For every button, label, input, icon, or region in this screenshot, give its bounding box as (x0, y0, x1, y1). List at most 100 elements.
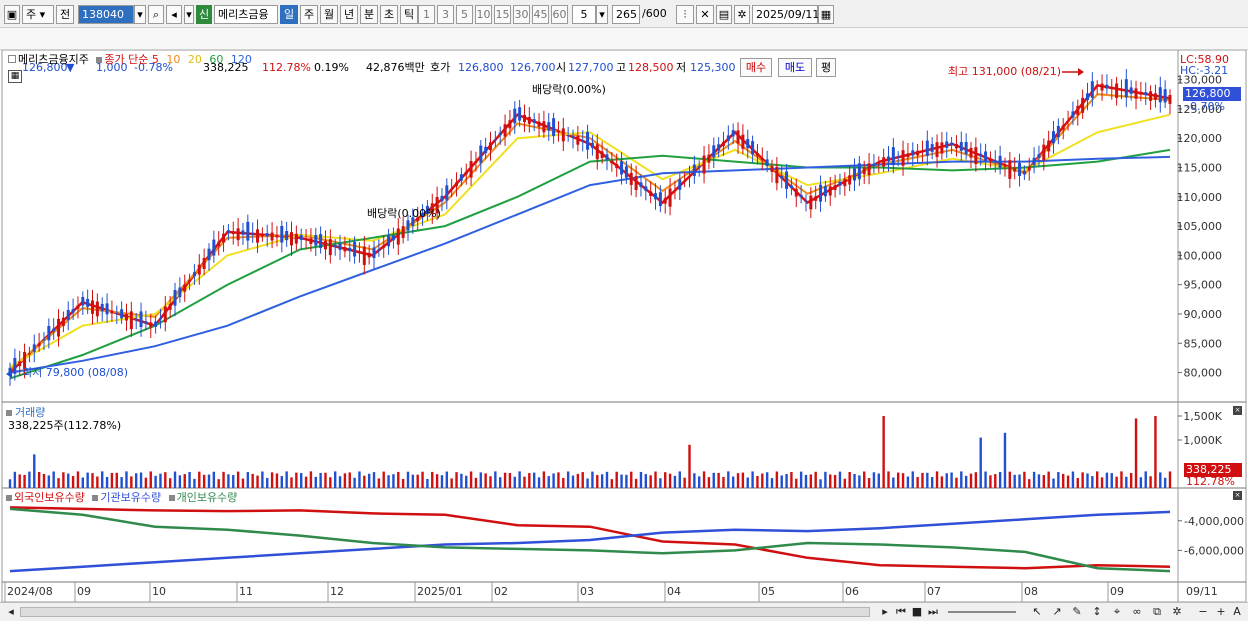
candle-body (445, 185, 449, 201)
volume-bar (159, 473, 162, 488)
candle-body (1037, 154, 1041, 158)
interval-dropdown-icon[interactable]: ▾ (596, 5, 608, 24)
volume-bar (780, 475, 783, 488)
candle-body (1139, 92, 1143, 95)
period-tab[interactable]: 일 (280, 5, 298, 24)
measure-icon[interactable]: ⌖ (1110, 605, 1124, 619)
interval-button[interactable]: 1 (418, 5, 435, 24)
chart-area[interactable]: 80,000 85,000 90,000 95,000 100,000 105,000 11… (0, 50, 1248, 621)
period-select[interactable]: 주 ▾ (22, 5, 54, 24)
stop-icon[interactable]: ■ (910, 605, 924, 619)
grid-toggle-icon[interactable]: ▦ (8, 70, 22, 83)
scroll-left-icon[interactable]: ◂ (4, 605, 18, 619)
candle-body (1071, 111, 1075, 118)
volume-bar (416, 474, 419, 488)
stock-code-input[interactable]: 138040 (78, 5, 134, 24)
candle-body (1153, 93, 1157, 100)
speaker-dropdown-icon[interactable]: ▾ (184, 5, 194, 24)
volume-bar (1062, 473, 1065, 488)
period-tab[interactable]: 월 (320, 5, 338, 24)
volume-bar (309, 471, 313, 488)
candle-body (1027, 166, 1031, 171)
volume-bar (877, 473, 880, 488)
date-input[interactable]: 2025/09/11 (752, 5, 819, 24)
candle-body (629, 172, 633, 185)
window-icon[interactable]: ▣ (4, 5, 20, 24)
period-tab[interactable]: 주 (300, 5, 318, 24)
zoom-in-icon[interactable]: + (1214, 605, 1228, 619)
count-input[interactable]: 265 (612, 5, 640, 24)
stock-name-field[interactable]: 메리츠금융 (214, 5, 278, 24)
volume-bar (591, 471, 594, 488)
candle-body (32, 344, 36, 352)
candle-body (86, 298, 90, 307)
candle-body (940, 142, 944, 154)
volume-bar (314, 476, 317, 488)
interval-button[interactable]: 10 (475, 5, 492, 24)
link-icon[interactable]: ∞ (1130, 605, 1144, 619)
volume-bar (532, 472, 536, 488)
interval-button[interactable]: 45 (532, 5, 549, 24)
volume-bar (1163, 477, 1167, 488)
candle-body (624, 166, 628, 178)
cursor-icon[interactable]: ↖ (1030, 605, 1044, 619)
holdings-panel-close-icon[interactable]: × (1233, 491, 1242, 500)
prev-button[interactable]: 전 (56, 5, 74, 24)
volume-bar (833, 474, 837, 488)
magnet-icon[interactable]: ↕ (1090, 605, 1104, 619)
volume-panel-close-icon[interactable]: × (1233, 406, 1242, 415)
volume-bar (736, 473, 740, 488)
candle-body (382, 245, 386, 248)
candle-body (692, 164, 696, 177)
volume-bar (57, 478, 60, 488)
period-tab[interactable]: 틱 (400, 5, 418, 24)
forward-icon[interactable]: ⏭ (926, 605, 940, 619)
bottom-scrollbar[interactable]: ◂ ▸ ⏮ ■ ⏭ ↖ ↗ ✎ ↕ ⌖ ∞ ⧉ ✲ − + A (0, 602, 1248, 621)
interval-button[interactable]: 60 (551, 5, 568, 24)
period-tab[interactable]: 초 (380, 5, 398, 24)
interval-input[interactable]: 5 (572, 5, 596, 24)
scroll-right-icon[interactable]: ▸ (878, 605, 892, 619)
font-size-icon[interactable]: A (1230, 605, 1244, 619)
settings-icon[interactable]: ✲ (1170, 605, 1184, 619)
period-tab[interactable]: 분 (360, 5, 378, 24)
search-icon[interactable]: ⌕ (148, 5, 164, 24)
gear-icon[interactable]: ✲ (734, 5, 750, 24)
candle-body (450, 189, 454, 191)
volume-bar (639, 471, 643, 488)
annotation-icon[interactable]: ✎ (1070, 605, 1084, 619)
interval-button[interactable]: 5 (456, 5, 473, 24)
zoom-slider[interactable] (948, 611, 1016, 613)
chevron-down-icon[interactable]: ▾ (134, 5, 146, 24)
interval-button[interactable]: 3 (437, 5, 454, 24)
scroll-track[interactable] (20, 607, 870, 617)
save-icon[interactable]: ▤ (716, 5, 732, 24)
zoom-out-icon[interactable]: − (1196, 605, 1210, 619)
speaker-icon[interactable]: ◂ (166, 5, 182, 24)
candle-icon[interactable]: ⫶ (676, 5, 694, 24)
interval-button[interactable]: 15 (494, 5, 511, 24)
volume-bar (659, 478, 662, 488)
volume-bar (668, 473, 672, 488)
candle-body (299, 234, 303, 240)
volume-bar (86, 472, 89, 488)
volume-bar (528, 473, 531, 488)
crosshair-icon[interactable]: ✕ (696, 5, 714, 24)
candle-body (911, 150, 915, 156)
volume-bar (678, 471, 681, 488)
drawing-tool-icon[interactable]: ↗ (1050, 605, 1064, 619)
candle-body (581, 140, 585, 142)
calendar-icon[interactable]: ▦ (818, 5, 834, 24)
ma-line-10 (9, 93, 1171, 371)
copy-icon[interactable]: ⧉ (1150, 605, 1164, 619)
volume-bar (518, 471, 521, 488)
rewind-icon[interactable]: ⏮ (894, 605, 908, 619)
candle-body (343, 247, 347, 252)
period-tab[interactable]: 년 (340, 5, 358, 24)
volume-bar (202, 474, 206, 488)
volume-bar (120, 477, 123, 488)
candle-body (1110, 87, 1114, 90)
interval-button[interactable]: 30 (513, 5, 530, 24)
candle-body (799, 194, 803, 198)
candle-body (746, 139, 750, 149)
